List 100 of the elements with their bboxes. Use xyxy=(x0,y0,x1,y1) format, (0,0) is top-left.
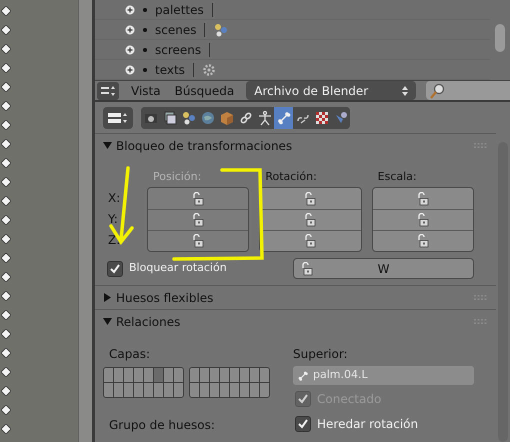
expand-icon[interactable] xyxy=(125,44,135,54)
column-label: Escala: xyxy=(376,169,418,185)
checkbox-label: Bloquear rotación xyxy=(129,260,227,276)
bone-icon xyxy=(276,110,292,126)
unlocked-icon xyxy=(303,213,318,227)
layer-toggle[interactable] xyxy=(124,383,133,397)
menu-item[interactable]: Búsqueda xyxy=(172,82,236,100)
drag-handle-icon[interactable] xyxy=(474,142,488,148)
layer-toggle[interactable] xyxy=(114,383,123,397)
unlocked-icon xyxy=(416,234,430,248)
globe-icon xyxy=(200,110,216,126)
bullet-icon xyxy=(143,28,147,32)
layer-toggle[interactable] xyxy=(134,368,143,382)
unlocked-icon xyxy=(191,213,206,227)
layer-toggle[interactable] xyxy=(174,368,183,382)
chain-icon xyxy=(238,110,254,126)
field-label: Capas: xyxy=(108,346,151,363)
layer-toggle[interactable] xyxy=(230,368,239,382)
layer-toggle[interactable] xyxy=(104,383,113,397)
toggle-icon xyxy=(108,112,128,124)
layer-toggle[interactable] xyxy=(200,368,209,382)
drag-handle-icon[interactable] xyxy=(474,318,488,324)
axis-label: X: xyxy=(107,190,122,206)
list-icon xyxy=(101,84,115,96)
editor-type-button[interactable] xyxy=(97,82,119,100)
parent-field[interactable]: palm.04.L xyxy=(293,366,474,385)
layer-toggle[interactable] xyxy=(174,383,183,397)
layer-toggle[interactable] xyxy=(104,368,113,382)
column-label: Posición: xyxy=(152,169,202,185)
bullet-icon xyxy=(143,48,147,52)
collapse-triangle-icon xyxy=(103,141,112,150)
column-label: Rotación: xyxy=(264,169,318,185)
layer-toggle[interactable] xyxy=(250,368,259,382)
outliner-item[interactable]: texts xyxy=(155,60,185,78)
search-icon xyxy=(430,82,446,98)
unlocked-icon xyxy=(303,192,318,206)
layer-toggle[interactable] xyxy=(154,383,163,397)
bullet-icon xyxy=(143,8,147,12)
unlocked-icon xyxy=(416,192,430,206)
panel-header[interactable]: Bloqueo de transformaciones xyxy=(103,136,292,154)
layer-toggle[interactable] xyxy=(230,383,239,397)
check-icon xyxy=(297,418,309,430)
panel-header[interactable]: Relaciones xyxy=(103,312,180,330)
scene-icon xyxy=(180,110,196,126)
checkbox[interactable] xyxy=(107,260,123,276)
lock-toggle[interactable]: W xyxy=(293,258,474,279)
context-button[interactable] xyxy=(103,107,133,129)
layer-toggle[interactable] xyxy=(240,368,249,382)
cube-icon xyxy=(218,110,234,126)
updown-arrows-icon xyxy=(402,86,408,96)
layers-icon xyxy=(162,110,178,126)
properties-tab[interactable] xyxy=(141,107,160,129)
figure-icon xyxy=(256,110,272,126)
unlocked-icon xyxy=(300,262,314,276)
scrollbar-thumb[interactable] xyxy=(495,24,505,52)
unlocked-icon xyxy=(191,192,206,206)
layer-toggle[interactable] xyxy=(154,368,163,382)
layer-toggle[interactable] xyxy=(210,368,219,382)
outliner-item[interactable]: screens xyxy=(155,40,202,58)
layer-toggle[interactable] xyxy=(134,383,143,397)
layer-toggle[interactable] xyxy=(190,368,199,382)
unlocked-icon xyxy=(303,234,318,248)
properties-tab[interactable] xyxy=(274,107,293,129)
layer-toggle[interactable] xyxy=(190,383,199,397)
drag-handle-icon[interactable] xyxy=(474,294,488,300)
field-label: Grupo de huesos: xyxy=(108,417,216,434)
unlocked-icon xyxy=(191,234,206,248)
scene-icon xyxy=(213,22,230,38)
axis-label: Y: xyxy=(107,210,119,228)
display-mode-dropdown[interactable]: Archivo de Blender xyxy=(246,81,416,100)
layer-toggle[interactable] xyxy=(200,383,209,397)
scrollbar[interactable] xyxy=(78,0,92,442)
layer-toggle[interactable] xyxy=(260,383,269,397)
gear-icon xyxy=(202,62,216,76)
layer-toggle[interactable] xyxy=(220,383,229,397)
check-icon xyxy=(297,393,309,405)
layer-toggle[interactable] xyxy=(210,383,219,397)
panel-header[interactable]: Huesos flexibles xyxy=(103,288,214,306)
check-icon xyxy=(109,262,121,274)
layer-toggle[interactable] xyxy=(164,383,173,397)
layer-toggle[interactable] xyxy=(124,368,133,382)
layer-toggle[interactable] xyxy=(144,368,153,382)
layer-toggle[interactable] xyxy=(114,368,123,382)
expand-icon[interactable] xyxy=(125,24,135,34)
layer-toggle[interactable] xyxy=(220,368,229,382)
outliner-item[interactable]: scenes xyxy=(155,20,196,38)
search-field[interactable] xyxy=(426,81,510,100)
expand-icon[interactable] xyxy=(125,4,135,14)
expand-triangle-icon xyxy=(103,293,112,302)
layer-toggle[interactable] xyxy=(144,383,153,397)
expand-icon[interactable] xyxy=(125,64,135,74)
menu-item[interactable]: Vista xyxy=(129,82,163,100)
layer-toggle[interactable] xyxy=(164,368,173,382)
layer-toggle[interactable] xyxy=(250,383,259,397)
checker-icon xyxy=(314,110,330,126)
field-label: Superior: xyxy=(293,346,349,363)
layer-toggle[interactable] xyxy=(240,383,249,397)
layer-toggle[interactable] xyxy=(260,368,269,382)
checkbox[interactable] xyxy=(295,416,311,432)
outliner-item[interactable]: palettes xyxy=(155,0,204,18)
